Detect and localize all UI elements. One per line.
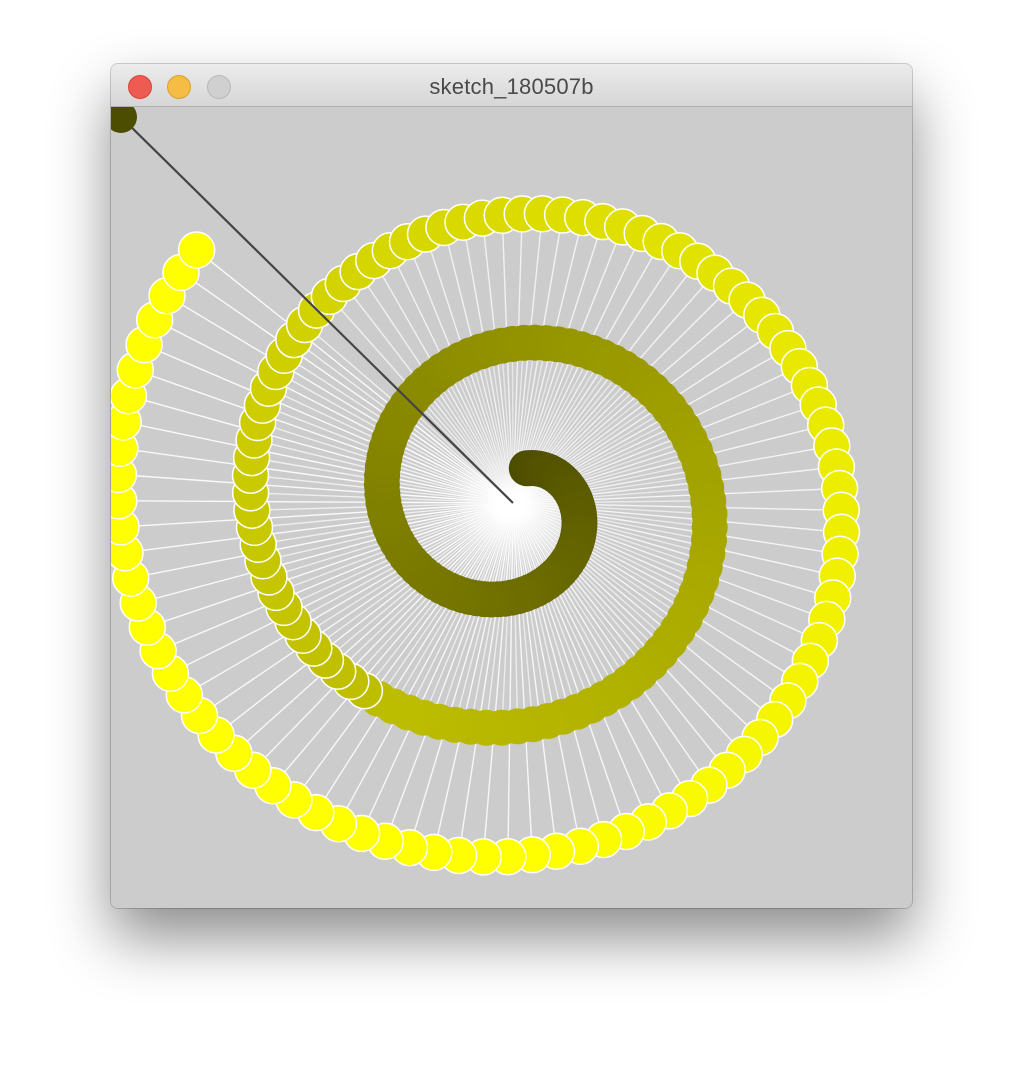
corner-line [120,116,514,504]
app-window: sketch_180507b [111,64,912,908]
sketch-canvas[interactable] [111,107,912,908]
spiral-drawing [111,107,861,876]
window-title: sketch_180507b [429,74,594,99]
pendulum-ball [177,231,216,269]
title-bar[interactable]: sketch_180507b [111,64,912,107]
